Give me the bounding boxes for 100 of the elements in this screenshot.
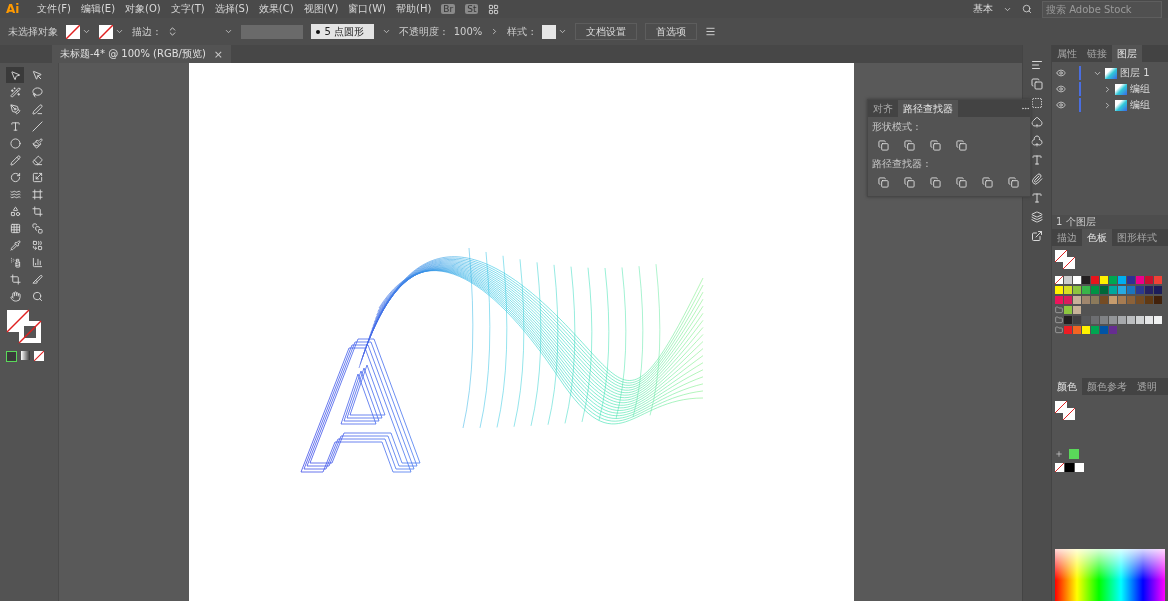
eraser-icon[interactable] (31, 154, 43, 166)
document-tab[interactable]: 未标题-4* @ 100% (RGB/预览) × (52, 45, 232, 63)
app-button[interactable]: St (465, 4, 479, 14)
color-swatch[interactable] (1064, 276, 1072, 284)
color-swatch[interactable] (1145, 316, 1153, 324)
color-spectrum[interactable] (1055, 549, 1165, 601)
none-swatch[interactable] (1055, 276, 1063, 284)
hand-icon[interactable] (9, 290, 21, 302)
folder-icon[interactable] (1055, 306, 1063, 314)
overlap-squares-icon[interactable] (1007, 176, 1019, 188)
color-swatch[interactable] (1136, 296, 1144, 304)
color-swatch[interactable] (1055, 296, 1063, 304)
overlap-squares-icon[interactable] (929, 139, 941, 151)
direct-selection-arrow-icon[interactable] (31, 69, 43, 81)
color-swatch[interactable] (1127, 316, 1135, 324)
chevron-down-icon[interactable] (82, 27, 91, 36)
color-swatch[interactable] (1100, 276, 1108, 284)
close-button[interactable]: × (213, 47, 224, 61)
club-icon[interactable] (1031, 135, 1043, 147)
color-swatch[interactable] (1075, 463, 1084, 472)
app-button[interactable]: Br (441, 4, 456, 14)
eye-icon[interactable] (1056, 68, 1066, 78)
color-swatch[interactable] (1073, 326, 1081, 334)
workspace-switcher[interactable]: 基本 (973, 2, 993, 16)
color-swatch[interactable] (1145, 296, 1153, 304)
overlap-squares-icon[interactable] (877, 176, 889, 188)
menu-item[interactable]: 视图(V) (303, 2, 339, 16)
color-swatch[interactable] (1127, 276, 1135, 284)
gradient-mode-swatch[interactable] (21, 351, 30, 360)
color-swatch[interactable] (1127, 296, 1135, 304)
layout-icon[interactable] (488, 3, 500, 15)
color-swatch[interactable] (1091, 326, 1099, 334)
chevron-right-icon[interactable] (1103, 100, 1112, 110)
pencil-icon[interactable] (9, 154, 21, 166)
overlap-squares-icon[interactable] (929, 176, 941, 188)
variable-width-field[interactable] (240, 24, 303, 39)
color-swatch[interactable] (1073, 296, 1081, 304)
color-swatch[interactable] (1154, 276, 1162, 284)
menu-item[interactable]: 窗口(W) (348, 2, 386, 16)
menu-icon[interactable] (1021, 104, 1030, 113)
layer-name[interactable]: 编组 (1130, 82, 1150, 96)
type-icon[interactable] (9, 120, 21, 132)
color-swatch[interactable] (1082, 326, 1090, 334)
color-swatch[interactable] (1100, 326, 1108, 334)
menu-item[interactable]: 文字(T) (170, 2, 205, 16)
color-mode-swatch[interactable] (6, 351, 17, 362)
eyedropper-icon[interactable] (9, 239, 21, 251)
color-swatch[interactable] (1154, 296, 1162, 304)
menu-item[interactable]: 文件(F) (37, 2, 71, 16)
ellipse-icon[interactable] (9, 137, 21, 149)
panel-tab[interactable]: 透明 (1132, 378, 1162, 395)
folder-icon[interactable] (1055, 326, 1063, 334)
eye-icon[interactable] (1056, 84, 1066, 94)
mesh-icon[interactable] (9, 222, 21, 234)
panel-tab[interactable]: 路径查找器 (898, 100, 958, 117)
color-swatch[interactable] (1064, 326, 1072, 334)
color-swatch[interactable] (1082, 316, 1090, 324)
color-swatch[interactable] (1109, 276, 1117, 284)
color-swatch[interactable] (1136, 316, 1144, 324)
color-swatch[interactable] (1082, 286, 1090, 294)
overlap-squares-icon[interactable] (903, 176, 915, 188)
none-mode-swatch[interactable] (34, 351, 44, 361)
layers-icon[interactable] (1031, 211, 1043, 223)
color-swatch[interactable] (1100, 296, 1108, 304)
color-swatch[interactable] (1065, 463, 1074, 472)
style-swatch[interactable] (541, 24, 556, 39)
eye-icon[interactable] (1056, 100, 1066, 110)
color-swatch[interactable] (1109, 286, 1117, 294)
align-icon[interactable] (1031, 59, 1043, 71)
color-swatch[interactable] (1091, 286, 1099, 294)
panel-tab[interactable]: 对齐 (868, 100, 898, 117)
color-swatch[interactable] (1145, 286, 1153, 294)
color-swatch[interactable] (1100, 316, 1108, 324)
color-swatch[interactable] (1064, 286, 1072, 294)
bar-chart-icon[interactable] (31, 256, 43, 268)
selection-arrow-icon[interactable] (9, 69, 21, 81)
color-swatch[interactable] (1064, 306, 1072, 314)
panel-tab[interactable]: 颜色参考 (1082, 378, 1132, 395)
menu-item[interactable]: 效果(C) (258, 2, 294, 16)
color-swatch[interactable] (1073, 306, 1081, 314)
fill-swatch[interactable] (66, 24, 80, 39)
layer-name[interactable]: 图层 1 (1120, 66, 1150, 80)
fill-stroke-drawing[interactable] (1055, 250, 1077, 270)
color-swatch[interactable] (1073, 316, 1081, 324)
color-swatch[interactable] (1091, 276, 1099, 284)
color-swatch[interactable] (1064, 296, 1072, 304)
color-swatch[interactable] (1064, 316, 1072, 324)
lasso-icon[interactable] (31, 86, 43, 98)
panel-tab[interactable]: 色板 (1082, 229, 1112, 246)
panel-tab[interactable]: 颜色 (1052, 378, 1082, 395)
pen-icon[interactable] (9, 103, 21, 115)
rotate-icon[interactable] (9, 171, 21, 183)
fill-stroke-drawing[interactable] (1055, 401, 1077, 421)
panel-tab[interactable]: 描边 (1052, 229, 1082, 246)
color-swatch[interactable] (1118, 316, 1126, 324)
panel-tab[interactable]: 图层 (1112, 45, 1142, 62)
color-swatch[interactable] (1145, 276, 1153, 284)
color-swatch[interactable] (1091, 296, 1099, 304)
shape-builder-icon[interactable] (9, 205, 21, 217)
toolbar-button[interactable]: 首选项 (644, 23, 697, 40)
